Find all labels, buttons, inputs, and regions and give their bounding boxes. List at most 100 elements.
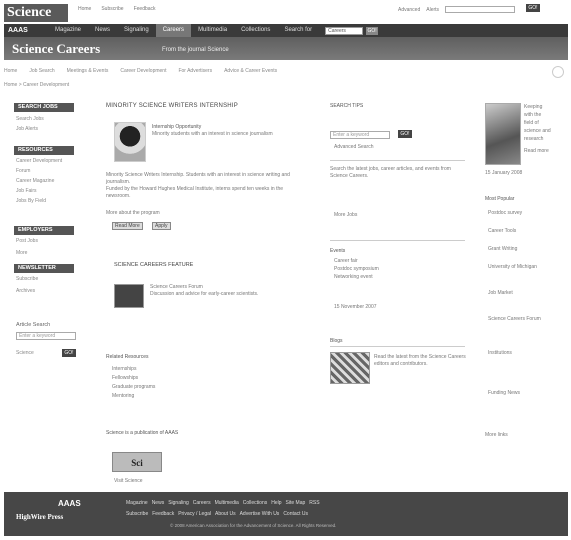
popular-item[interactable]: Grant Writing (488, 246, 517, 253)
popular-item[interactable]: Institutions (488, 350, 512, 357)
footer-link[interactable]: News (152, 500, 165, 506)
footer-link[interactable]: Collections (243, 500, 267, 506)
nav-magazine[interactable]: Magazine (48, 24, 88, 37)
read-more-link[interactable]: Read more (524, 148, 549, 155)
more-about-link[interactable]: More about the program (106, 210, 160, 217)
footer-link[interactable]: Advertise With Us (240, 511, 280, 517)
footer-link[interactable]: Feedback (152, 511, 174, 517)
sidebar-head-search-jobs[interactable]: SEARCH JOBS (14, 103, 74, 112)
popular-item[interactable]: Science Careers Forum (488, 316, 541, 323)
secnav-meetings[interactable]: Meetings & Events (67, 68, 109, 74)
secnav-advice[interactable]: Advice & Career Events (224, 68, 277, 74)
main-nav: AAAS Magazine News Signaling Careers Mul… (4, 24, 568, 37)
nav-go-button[interactable]: GO! (366, 26, 379, 35)
popular-item[interactable]: Career Tools (488, 228, 516, 235)
secnav-advertisers[interactable]: For Advertisers (178, 68, 212, 74)
intro-title[interactable]: Internship Opportunity (152, 124, 201, 131)
visit-science-link[interactable]: Visit Science (114, 478, 143, 485)
top-search-input[interactable] (445, 6, 516, 13)
sidebar-link[interactable]: More (16, 250, 27, 256)
sidebar-link[interactable]: Jobs By Field (16, 198, 46, 204)
event-item[interactable]: Postdoc symposium (334, 266, 379, 273)
nav-careers[interactable]: Careers (155, 24, 192, 37)
footer-link[interactable]: Magazine (126, 500, 148, 506)
sidebar-link[interactable]: Post Jobs (16, 238, 38, 244)
sidebar-head-newsletter[interactable]: NEWSLETTER (14, 264, 74, 273)
nav-news[interactable]: News (88, 24, 117, 37)
sidebar-link[interactable]: Career Development (16, 158, 62, 164)
footer-link[interactable]: Help (271, 500, 281, 506)
aaas-logo[interactable]: AAAS (8, 27, 48, 34)
col3-go-button[interactable]: GO! (398, 130, 412, 138)
feature-item-title[interactable]: Science Careers Forum (150, 284, 203, 291)
sidebar-keyword-input[interactable]: Enter a keyword (16, 332, 76, 340)
sidebar-link[interactable]: Forum (16, 168, 30, 174)
feature-item-text: Discussion and advice for early-career s… (150, 291, 259, 297)
sidebar-go-button[interactable]: GO! (62, 349, 76, 357)
apply-button[interactable]: Apply (152, 222, 171, 230)
event-item[interactable]: Networking event (334, 274, 373, 281)
related-item[interactable]: Graduate programs (112, 384, 155, 391)
feature-image[interactable] (485, 103, 521, 165)
sidebar-link[interactable]: Subscribe (16, 276, 38, 282)
footer-aaas-logo[interactable]: AAAS (58, 499, 81, 508)
footer-link[interactable]: Subscribe (126, 511, 148, 517)
caption-line: science and (524, 128, 551, 134)
sidebar-link[interactable]: Job Alerts (16, 126, 38, 132)
top-link-subscribe[interactable]: Subscribe (101, 6, 123, 12)
sidebar-link[interactable]: Search Jobs (16, 116, 44, 122)
footer-highwire-logo[interactable]: HighWire Press (16, 513, 63, 521)
more-jobs-link[interactable]: More Jobs (334, 212, 357, 219)
science-logo[interactable]: Science (4, 4, 68, 22)
footer-link[interactable]: Careers (193, 500, 211, 506)
blogs-title: Blogs (330, 338, 343, 344)
more-links[interactable]: More links (485, 432, 508, 439)
share-icon[interactable] (552, 66, 564, 78)
secnav-job-search[interactable]: Job Search (29, 68, 54, 74)
related-item[interactable]: Mentoring (112, 393, 134, 400)
footer-link[interactable]: Contact Us (283, 511, 308, 517)
banner-title[interactable]: Science Careers (12, 41, 100, 57)
sidebar-link[interactable]: Career Magazine (16, 178, 54, 184)
top-right-advanced[interactable]: Advanced (398, 7, 420, 13)
event-item[interactable]: Career fair (334, 258, 358, 265)
nav-multimedia[interactable]: Multimedia (191, 24, 234, 37)
secnav-home[interactable]: Home (4, 68, 17, 74)
popular-item[interactable]: Postdoc survey (488, 210, 522, 217)
right-date: 15 January 2008 (485, 170, 523, 176)
popular-item[interactable]: Funding News (488, 390, 520, 397)
read-more-button[interactable]: Read More (112, 222, 143, 230)
footer-link[interactable]: RSS (309, 500, 319, 506)
secnav-career-dev[interactable]: Career Development (120, 68, 166, 74)
footer-link[interactable]: Multimedia (215, 500, 239, 506)
keyboard-image (330, 352, 370, 384)
top-right-links: Advanced Alerts (398, 6, 516, 13)
site-select[interactable]: Science (16, 350, 34, 356)
related-item[interactable]: Fellowships (112, 375, 138, 382)
sidebar-head-resources[interactable]: RESOURCES (14, 146, 74, 155)
advanced-search-link[interactable]: Advanced Search (334, 144, 373, 151)
related-item[interactable]: Internships (112, 366, 136, 373)
sponsor-note: Science is a publication of AAAS (106, 430, 179, 436)
popular-item[interactable]: Job Market (488, 290, 513, 297)
popular-item[interactable]: University of Michigan (488, 264, 537, 271)
body-text-1: Minority Science Writers Internship. Stu… (106, 172, 290, 185)
science-badge[interactable]: Sci (112, 452, 162, 472)
sidebar-link[interactable]: Archives (16, 288, 35, 294)
footer-link[interactable]: About Us (215, 511, 236, 517)
journal-select[interactable]: Careers (325, 26, 364, 35)
footer-link[interactable]: Site Map (286, 500, 306, 506)
nav-signaling[interactable]: Signaling (117, 24, 156, 37)
top-go-button[interactable]: GO! (526, 4, 540, 12)
nav-collections[interactable]: Collections (234, 24, 277, 37)
article-search-label: Article Search (16, 322, 51, 328)
sidebar-head-employers[interactable]: EMPLOYERS (14, 226, 74, 235)
top-right-alerts[interactable]: Alerts (426, 7, 439, 13)
col3-keyword-input[interactable]: Enter a keyword (330, 131, 390, 139)
top-link-home[interactable]: Home (78, 6, 91, 12)
footer-link[interactable]: Privacy / Legal (178, 511, 211, 517)
top-link-feedback[interactable]: Feedback (134, 6, 156, 12)
footer-link[interactable]: Signaling (168, 500, 189, 506)
sidebar-link[interactable]: Job Fairs (16, 188, 37, 194)
breadcrumb[interactable]: Home > Career Development (4, 82, 69, 88)
